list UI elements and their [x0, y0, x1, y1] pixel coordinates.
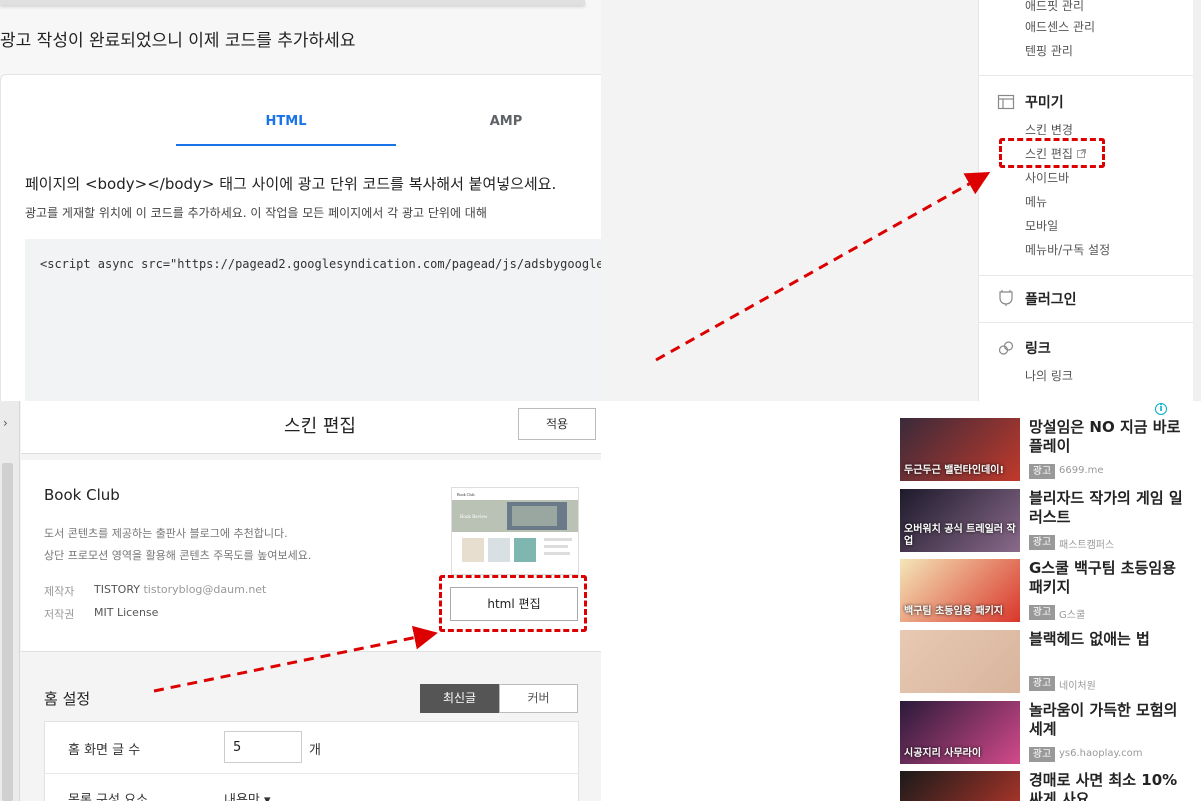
ad-title[interactable]: 블랙헤드 없애는 법: [1029, 630, 1189, 649]
thumb-banner-text: Book Review: [460, 515, 488, 520]
list-components-label: 목록 구성 요소: [68, 793, 149, 801]
ad-title[interactable]: G스쿨 백구팀 초등임용 패키지: [1029, 559, 1189, 597]
sidebar-divider: [979, 322, 1193, 323]
ad-image-caption: 두근두근 밸런타인데이!: [904, 465, 1005, 476]
ad-image[interactable]: [900, 630, 1020, 693]
ad-badge: 광고: [1029, 747, 1055, 762]
ad-badge: 광고: [1029, 676, 1055, 691]
ad-image[interactable]: 오버워치 공식 트레일러 작업: [900, 489, 1020, 552]
ad-image[interactable]: 백구팀 초등임용 패키지: [900, 559, 1020, 622]
ad-badge: 광고: [1029, 605, 1055, 620]
link-icon: [998, 341, 1014, 355]
license-value: MIT License: [94, 606, 159, 619]
post-count-input[interactable]: [224, 731, 302, 763]
annotation-box-html-edit: [439, 575, 587, 632]
annotation-box-skin-edit: [999, 138, 1105, 168]
author-email: tistoryblog@daum.net: [143, 583, 267, 596]
sidebar-item-skin-change[interactable]: 스킨 변경: [1025, 121, 1073, 138]
ad-image-caption: 오버워치 공식 트레일러 작업: [904, 524, 1016, 547]
author-value: TISTORY tistoryblog@daum.net: [94, 583, 266, 596]
active-tab-indicator: [176, 144, 396, 146]
ad-title[interactable]: 경매로 사면 최소 10% 싸게 사요: [1029, 771, 1189, 801]
ad-source[interactable]: 6699.me: [1059, 465, 1104, 476]
ad-image-caption: 백구팀 초등임용 패키지: [904, 606, 1003, 617]
panel-divider: [0, 0, 585, 5]
home-settings-title: 홈 설정: [44, 690, 91, 708]
sidebar-item-adfit[interactable]: 애드핏 관리: [1025, 0, 1084, 14]
ad-image[interactable]: 두근두근 밸런타인데이!: [900, 418, 1020, 481]
page-heading: 광고 작성이 완료되었으니 이제 코드를 추가하세요: [0, 31, 356, 51]
ad-badge: 광고: [1029, 464, 1055, 479]
sidebar-section-plugin[interactable]: 플러그인: [1025, 289, 1077, 309]
post-count-label: 홈 화면 글 수: [68, 743, 141, 758]
ad-image-caption: 시공지리 사무라이: [904, 748, 982, 759]
ad-source[interactable]: G스쿨: [1059, 606, 1085, 621]
sidebar-item-menu[interactable]: 메뉴: [1025, 193, 1047, 210]
sidebar-item-mobile[interactable]: 모바일: [1025, 217, 1058, 234]
collapse-chevron-icon[interactable]: ›: [3, 416, 8, 430]
ad-title[interactable]: 망설임은 NO 지금 바로 플레이: [1029, 418, 1189, 456]
form-divider: [45, 773, 578, 774]
author-name: TISTORY: [94, 583, 140, 596]
license-label: 저작권: [44, 608, 75, 621]
sidebar-item-my-link[interactable]: 나의 링크: [1025, 367, 1073, 384]
code-instruction: 페이지의 <body></body> 태그 사이에 광고 단위 코드를 복사해서…: [25, 175, 557, 193]
left-scrollbar[interactable]: [2, 463, 13, 801]
sidebar-section-decorate[interactable]: 꾸미기: [1025, 92, 1064, 112]
sidebar-item-sidebar[interactable]: 사이드바: [1025, 169, 1069, 186]
sidebar-item-menubar-settings[interactable]: 메뉴바/구독 설정: [1025, 241, 1110, 258]
apply-button[interactable]: 적용: [518, 408, 596, 440]
ad-source[interactable]: ys6.haoplay.com: [1059, 748, 1143, 759]
skin-thumbnail: Book Club Book Review: [451, 487, 579, 575]
ad-code-snippet[interactable]: <script async src="https://pagead2.googl…: [40, 257, 604, 271]
latest-posts-toggle[interactable]: 최신글: [420, 684, 499, 713]
layout-icon: [997, 94, 1015, 110]
post-count-unit: 개: [309, 743, 321, 758]
tab-html[interactable]: HTML: [176, 114, 396, 129]
ad-source[interactable]: 패스트캠퍼스: [1059, 536, 1114, 551]
code-sub-instruction: 광고를 게재할 위치에 이 코드를 추가하세요. 이 작업을 모든 페이지에서 …: [25, 206, 487, 220]
skin-edit-title: 스킨 편집: [284, 416, 356, 437]
skin-description-line2: 상단 프로모션 영역을 활용해 콘텐츠 주목도를 높여보세요.: [44, 549, 312, 562]
skin-name: Book Club: [44, 486, 120, 504]
sidebar-divider: [979, 275, 1193, 276]
ad-info-icon[interactable]: i: [1155, 403, 1167, 415]
ad-image[interactable]: 시공지리 사무라이: [900, 701, 1020, 764]
thumb-header-text: Book Club: [457, 492, 474, 497]
tab-amp[interactable]: AMP: [396, 114, 616, 129]
skin-description-line1: 도서 콘텐츠를 제공하는 출판사 블로그에 추천합니다.: [44, 527, 288, 540]
cover-toggle[interactable]: 커버: [499, 684, 578, 713]
skin-preview-image: Book Club Book Review: [452, 488, 578, 562]
sidebar-divider: [979, 75, 1193, 76]
ad-source[interactable]: 네이처원: [1059, 677, 1096, 692]
author-label: 제작자: [44, 585, 75, 598]
ad-title[interactable]: 놀라움이 가득한 모험의 세계: [1029, 701, 1189, 739]
ad-badge: 광고: [1029, 535, 1055, 550]
screenshot-collage: 광고 작성이 완료되었으니 이제 코드를 추가하세요 HTML AMP 페이지의…: [0, 0, 1201, 801]
list-components-select[interactable]: 내용만 ▾: [224, 789, 271, 801]
sidebar-item-tenping[interactable]: 텐핑 관리: [1025, 42, 1073, 59]
sidebar-section-link[interactable]: 링크: [1025, 338, 1051, 358]
plugin-icon: [999, 290, 1013, 306]
sidebar-scrollbar[interactable]: [1193, 0, 1201, 401]
ad-title[interactable]: 블리자드 작가의 게임 일러스트: [1029, 489, 1189, 527]
ad-image[interactable]: 매년 1,125명: [900, 771, 1020, 801]
sidebar-item-adsense[interactable]: 애드센스 관리: [1025, 18, 1095, 35]
